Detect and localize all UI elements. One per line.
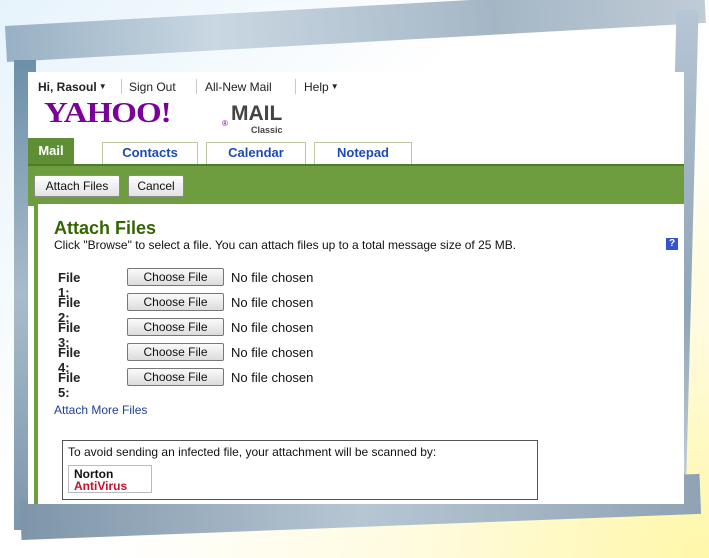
tab-notepad[interactable]: Notepad (314, 142, 412, 164)
divider (121, 79, 122, 94)
logo-classic-text: Classic (251, 125, 283, 135)
logo-registered-mark: ® (222, 119, 228, 128)
panel-border (34, 204, 38, 504)
file-status: No file chosen (231, 270, 314, 285)
help-menu[interactable]: Help ▼ (304, 80, 339, 94)
attach-files-button[interactable]: Attach Files (34, 175, 120, 197)
tab-mail[interactable]: Mail (28, 138, 74, 164)
choose-file-button[interactable]: Choose File (127, 293, 224, 311)
sign-out-link[interactable]: Sign Out (129, 80, 176, 94)
file-status: No file chosen (231, 345, 314, 360)
divider (196, 79, 197, 94)
chevron-down-icon: ▼ (98, 82, 107, 91)
tab-contacts[interactable]: Contacts (102, 142, 198, 164)
mail-window: Hi, Rasoul ▼ Sign Out All-New Mail Help ▼ … (28, 72, 684, 504)
file-status: No file chosen (231, 295, 314, 310)
instructions-text: Click "Browse" to select a file. You can… (54, 238, 517, 252)
divider (295, 79, 296, 94)
tab-bar: Mail Contacts Calendar Notepad (28, 138, 684, 164)
scan-notice-text: To avoid sending an infected file, your … (68, 445, 437, 459)
help-label: Help (304, 80, 329, 94)
page-title: Attach Files (54, 218, 157, 238)
chevron-down-icon: ▼ (330, 82, 339, 91)
choose-file-button[interactable]: Choose File (127, 368, 224, 386)
choose-file-button[interactable]: Choose File (127, 268, 224, 286)
choose-file-button[interactable]: Choose File (127, 343, 224, 361)
user-label: Hi, Rasoul (38, 80, 97, 94)
all-new-mail-link[interactable]: All-New Mail (205, 80, 272, 94)
toolbar: Attach Files Cancel (28, 164, 684, 206)
cancel-button[interactable]: Cancel (128, 175, 184, 197)
user-menu[interactable]: Hi, Rasoul ▼ (38, 80, 107, 94)
antivirus-notice: To avoid sending an infected file, your … (62, 440, 538, 500)
attach-more-files-link[interactable]: Attach More Files (54, 403, 147, 417)
help-icon[interactable]: ? (666, 238, 678, 250)
norton-logo-line2: AntiVirus (74, 479, 128, 493)
norton-logo: Norton AntiVirus (68, 465, 152, 493)
top-bar: Hi, Rasoul ▼ Sign Out All-New Mail Help ▼ (28, 72, 684, 98)
choose-file-button[interactable]: Choose File (127, 318, 224, 336)
file-status: No file chosen (231, 320, 314, 335)
file-label: File 5: (58, 370, 81, 400)
logo-yahoo-text: YAHOO! (44, 98, 172, 129)
file-status: No file chosen (231, 370, 314, 385)
tab-calendar[interactable]: Calendar (206, 142, 306, 164)
attach-panel: Attach Files Click "Browse" to select a … (34, 204, 684, 504)
logo-mail-text: MAIL (231, 102, 283, 125)
